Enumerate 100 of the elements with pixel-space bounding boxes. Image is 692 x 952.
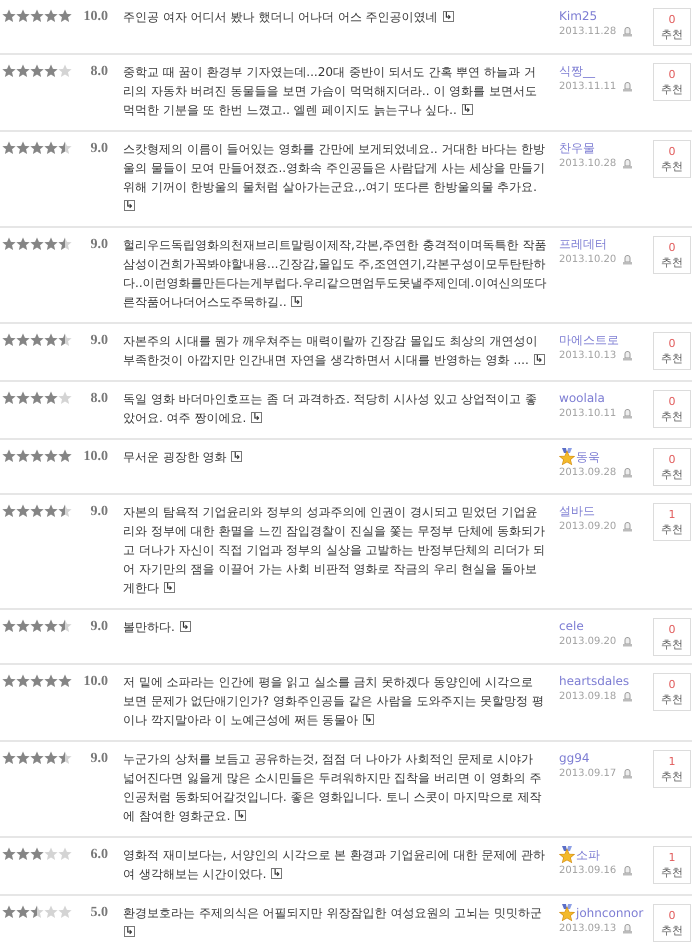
star-icon (16, 751, 30, 765)
author-link[interactable]: 프레데터 (559, 236, 607, 252)
star-icon (16, 391, 30, 405)
siren-icon[interactable] (622, 254, 634, 265)
star-icon (16, 64, 30, 78)
star-icon (58, 64, 72, 78)
star-icon (30, 619, 44, 633)
author-link[interactable]: 소파 (576, 846, 600, 862)
star-icon (16, 333, 30, 347)
star-icon (44, 619, 58, 633)
star-icon (58, 751, 72, 765)
review-text: 주인공 여자 어디서 봤나 했더니 어나더 어스 주인공이였네 ↳ (123, 9, 455, 26)
star-icon (58, 333, 72, 347)
star-icon (58, 391, 72, 405)
rating-score: 9.0 (90, 618, 108, 636)
author-link[interactable]: cele (559, 618, 584, 634)
star-icon (58, 449, 72, 463)
star-icon (30, 141, 44, 155)
recommend-button[interactable]: 0 추천 (653, 140, 691, 178)
star-icon (44, 333, 58, 347)
star-icon (44, 751, 58, 765)
star-icon (2, 449, 16, 463)
siren-icon[interactable] (622, 636, 634, 647)
star-icon (2, 141, 16, 155)
review-text: 자본주의 시대를 뭔가 깨우쳐주는 매력이랄까 긴장감 몰입도 최상의 개연성이 부족한것이 아깝지만 인간내면 자연을 생각하면서 시대를 반영하는 영화 .... ↳ (123, 333, 546, 369)
siren-icon[interactable] (622, 768, 634, 779)
star-icon (16, 847, 30, 861)
author-link[interactable]: 식짱__ (559, 63, 595, 79)
star-icon (16, 674, 30, 688)
author-link[interactable]: 동욱 (576, 448, 600, 464)
rating-score: 9.0 (90, 236, 108, 254)
siren-icon[interactable] (622, 158, 634, 169)
recommend-button[interactable]: 0 추천 (653, 63, 691, 101)
star-icon (58, 619, 72, 633)
recommend-button[interactable]: 1 추천 (653, 750, 691, 788)
star-icon (44, 141, 58, 155)
recommend-button[interactable]: 0 추천 (653, 236, 691, 274)
review-text: 자본의 탐욕적 기업윤리와 정부의 성과주의에 인권이 경시되고 믿었던 기업윤리와 정부에 대한 환멸을 느낀 잠입경찰이 진실을 쫓는 무정부 단체에 동화되가고 더나가 자신이 직접 기업과 정부의 실상을 고발하는 반정부단체의 리더가 되어 자기만의 잼을 이끌어 가는 사회 비판적 영화로 작금의 우리 현실을 돌아보게한다 ↳ (123, 504, 546, 597)
review-date: 2013.10.13 (559, 350, 616, 361)
rating-score: 8.0 (90, 63, 108, 81)
star-icon (16, 449, 30, 463)
review-date: 2013.10.28 (559, 158, 616, 169)
star-icon (30, 674, 44, 688)
star-icon (58, 847, 72, 861)
recommend-button[interactable]: 0 추천 (653, 448, 691, 486)
star-icon (2, 619, 16, 633)
review-date: 2013.10.20 (559, 254, 616, 265)
recommend-button[interactable]: 0 추천 (653, 8, 691, 46)
recommend-button[interactable]: 1 추천 (653, 503, 691, 541)
review-text: 중학교 때 꿈이 환경부 기자였는데...20대 중반이 되서도 간혹 뿌연 하늘과 거리의 자동차 버려진 동물들을 보면 가슴이 먹먹해지더라.. 이 영화를 보면서도 먹먹한 기분을 또 한번 느꼈고.. 엘렌 페이지도 늙는구나 싶다.. ↳ (123, 64, 538, 119)
author-link[interactable]: heartsdales (559, 673, 630, 689)
star-icon (44, 905, 58, 919)
star-icon (16, 9, 30, 23)
star-icon (2, 9, 16, 23)
rating-score: 9.0 (90, 503, 108, 521)
author-link[interactable]: 설바드 (559, 503, 595, 519)
review-text: 헐리우드독립영화의천재브리트말링이제작,각본,주연한 충격적이며독특한 작품 삼성이건희가꼭봐야할내용...긴장감,몰입도 주,조연연기,각본구성이모두탄탄하다..이런영화를만든다는게부럽다.우리같으면엄두도못낼주제인데.이여신의또다른작품어나더어스도주목하길.. ↳ (123, 237, 547, 311)
star-icon (58, 237, 72, 251)
review-date: 2013.09.28 (559, 467, 616, 478)
rating-score: 6.0 (90, 846, 108, 864)
star-icon (2, 237, 16, 251)
star-icon (30, 905, 44, 919)
author-link[interactable]: johnconnor (576, 904, 644, 920)
star-icon (30, 237, 44, 251)
recommend-button[interactable]: 0 추천 (653, 673, 691, 711)
siren-icon[interactable] (622, 350, 634, 361)
review-date: 2013.10.11 (559, 408, 616, 419)
author-link[interactable]: 마에스트로 (559, 332, 619, 348)
review-text: 스캇형제의 이름이 들어있는 영화를 간만에 보게되었네요.. 거대한 바다는 한방울의 물들이 모여 만들어졌죠..영화속 주인공들은 사람답게 사는 세상을 만들기 위해 기꺼이 한방울의 물처럼 살아가는군요.,.여기 또다른 한방울의물 추가요. ↳ (123, 141, 546, 213)
star-icon (16, 237, 30, 251)
siren-icon[interactable] (622, 81, 634, 92)
author-link[interactable]: gg94 (559, 750, 590, 766)
recommend-button[interactable]: 0 추천 (653, 390, 691, 428)
star-icon (2, 905, 16, 919)
siren-icon[interactable] (622, 865, 634, 876)
siren-icon[interactable] (622, 467, 634, 478)
review-text: 무서운 굉장한 영화 ↳ (123, 449, 244, 466)
review-date: 2013.09.13 (559, 923, 616, 934)
siren-icon[interactable] (622, 521, 634, 532)
siren-icon[interactable] (622, 691, 634, 702)
star-icon (30, 847, 44, 861)
recommend-button[interactable]: 0 추천 (653, 904, 691, 942)
author-link[interactable]: woolala (559, 390, 605, 406)
recommend-button[interactable]: 0 추천 (653, 332, 691, 370)
recommend-button[interactable]: 1 추천 (653, 846, 691, 884)
review-date: 2013.09.16 (559, 865, 616, 876)
rating-score: 10.0 (82, 673, 108, 691)
siren-icon[interactable] (622, 923, 634, 934)
star-icon (30, 449, 44, 463)
star-icon (58, 674, 72, 688)
author-link[interactable]: 찬우물 (559, 140, 595, 156)
star-icon (58, 141, 72, 155)
siren-icon[interactable] (622, 26, 634, 37)
review-text: 환경보호라는 주제의식은 어필되지만 위장잠입한 여성요원의 고뇌는 밋밋하군 ↳ (123, 905, 543, 939)
author-link[interactable]: Kim25 (559, 8, 598, 24)
siren-icon[interactable] (622, 408, 634, 419)
star-icon (2, 751, 16, 765)
recommend-button[interactable]: 0 추천 (653, 618, 691, 656)
star-icon (16, 619, 30, 633)
star-icon (2, 333, 16, 347)
